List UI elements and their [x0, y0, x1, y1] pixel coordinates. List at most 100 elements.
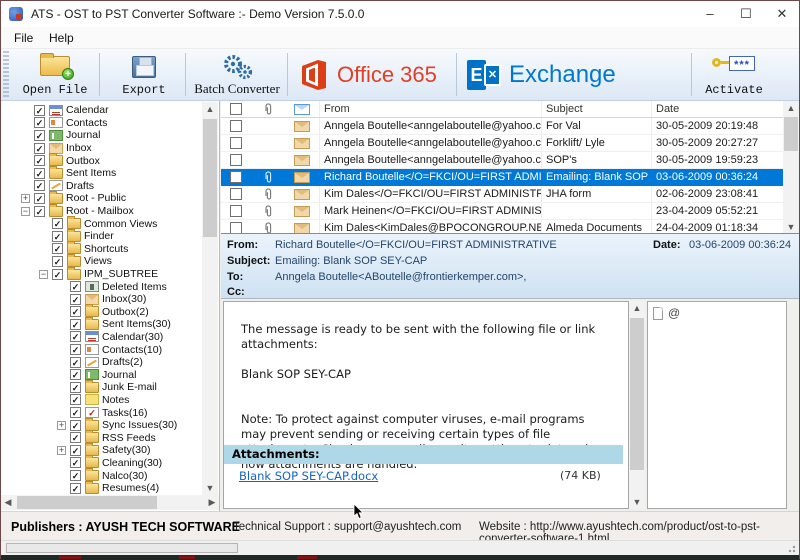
tree-item[interactable]: ✓Journal: [1, 129, 201, 142]
folder-checkbox[interactable]: ✓: [70, 319, 81, 330]
folder-checkbox[interactable]: ✓: [70, 331, 81, 342]
tree-item[interactable]: ✓Outbox: [1, 154, 201, 167]
tree-vertical-scrollbar[interactable]: ▲ ▼: [202, 102, 218, 495]
tree-item[interactable]: ✓Shortcuts: [1, 243, 201, 256]
tree-item[interactable]: ✓Cleaning(30): [1, 457, 201, 470]
subject-column-header[interactable]: Subject: [541, 101, 651, 117]
expander-plus-icon[interactable]: +: [57, 421, 66, 430]
mail-row[interactable]: Kim Dales</O=FKCI/OU=FIRST ADMINISTRATIV…: [221, 186, 799, 203]
scroll-right-icon[interactable]: ▶: [205, 495, 219, 510]
tree-item[interactable]: ✓Outbox(2): [1, 306, 201, 319]
attachment-column-header[interactable]: [251, 103, 285, 116]
folder-checkbox[interactable]: ✓: [34, 143, 45, 154]
mail-checkbox[interactable]: [230, 222, 242, 234]
minimize-button[interactable]: –: [693, 1, 727, 27]
folder-checkbox[interactable]: ✓: [34, 155, 45, 166]
export-button[interactable]: Export: [107, 51, 181, 99]
mail-checkbox[interactable]: [230, 120, 242, 132]
scroll-up-icon[interactable]: ▲: [629, 301, 645, 315]
folder-checkbox[interactable]: ✓: [70, 394, 81, 405]
tree-item[interactable]: +✓Safety(30): [1, 444, 201, 457]
tree-item[interactable]: ✓Calendar(30): [1, 331, 201, 344]
folder-checkbox[interactable]: ✓: [70, 357, 81, 368]
attachment-list-panel[interactable]: @: [647, 301, 787, 509]
scroll-up-icon[interactable]: ▲: [783, 101, 799, 115]
tree-horizontal-scrollbar[interactable]: ◀ ▶: [1, 495, 219, 510]
folder-checkbox[interactable]: ✓: [70, 382, 81, 393]
folder-checkbox[interactable]: ✓: [70, 281, 81, 292]
tree-item[interactable]: ✓Drafts(2): [1, 356, 201, 369]
folder-checkbox[interactable]: ✓: [34, 105, 45, 116]
scroll-down-icon[interactable]: ▼: [202, 481, 218, 495]
tree-item[interactable]: ✓Views: [1, 255, 201, 268]
scrollbar-thumb[interactable]: [17, 496, 157, 509]
scroll-left-icon[interactable]: ◀: [1, 495, 15, 510]
folder-checkbox[interactable]: ✓: [70, 432, 81, 443]
open-file-button[interactable]: + Open File: [15, 51, 95, 99]
folder-checkbox[interactable]: ✓: [70, 407, 81, 418]
tree-item[interactable]: ✓Contacts: [1, 117, 201, 130]
tree-item[interactable]: −✓Root - Mailbox: [1, 205, 201, 218]
tree-item[interactable]: ✓Calendar: [1, 104, 201, 117]
folder-checkbox[interactable]: ✓: [52, 269, 63, 280]
message-body-panel[interactable]: The message is ready to be sent with the…: [223, 301, 629, 509]
tree-item[interactable]: +✓Sync Issues(30): [1, 419, 201, 432]
folder-checkbox[interactable]: ✓: [70, 470, 81, 481]
resize-grip-icon[interactable]: [787, 544, 796, 553]
folder-checkbox[interactable]: ✓: [34, 130, 45, 141]
tree-item[interactable]: ✓Sent Items(30): [1, 318, 201, 331]
folder-checkbox[interactable]: ✓: [34, 193, 45, 204]
select-all-checkbox[interactable]: [230, 103, 242, 115]
mail-row[interactable]: Anngela Boutelle<anngelaboutelle@yahoo.c…: [221, 152, 799, 169]
mail-vertical-scrollbar[interactable]: ▲ ▼: [783, 101, 799, 234]
folder-checkbox[interactable]: ✓: [34, 117, 45, 128]
date-column-header[interactable]: Date: [651, 101, 781, 117]
tree-item[interactable]: ✓Inbox(30): [1, 293, 201, 306]
tree-item[interactable]: ✓Common Views: [1, 217, 201, 230]
mail-row[interactable]: Richard Boutelle</O=FKCI/OU=FIRST ADMINI…: [221, 169, 799, 186]
folder-checkbox[interactable]: ✓: [70, 445, 81, 456]
tree-item[interactable]: ✓Finder: [1, 230, 201, 243]
folder-checkbox[interactable]: ✓: [70, 306, 81, 317]
tree-item[interactable]: ✓Resumes(4): [1, 482, 201, 495]
close-button[interactable]: ✕: [765, 1, 799, 27]
tree-item[interactable]: ✓Notes: [1, 394, 201, 407]
folder-checkbox[interactable]: ✓: [70, 369, 81, 380]
tree-item[interactable]: ✓Drafts: [1, 180, 201, 193]
mail-checkbox[interactable]: [230, 154, 242, 166]
expander-minus-icon[interactable]: −: [21, 207, 30, 216]
mail-row[interactable]: Mark Heinen</O=FKCI/OU=FIRST ADMINISTRAT…: [221, 203, 799, 220]
folder-checkbox[interactable]: ✓: [70, 294, 81, 305]
mail-checkbox[interactable]: [230, 171, 242, 183]
scroll-down-icon[interactable]: ▼: [629, 495, 645, 509]
tree-item[interactable]: ✓RSS Feeds: [1, 431, 201, 444]
office365-button[interactable]: Office 365: [299, 53, 437, 97]
tree-item[interactable]: ✓Deleted Items: [1, 280, 201, 293]
mail-checkbox[interactable]: [230, 205, 242, 217]
batch-converter-button[interactable]: Batch Converter: [191, 51, 283, 99]
expander-plus-icon[interactable]: +: [21, 194, 30, 203]
scrollbar-thumb[interactable]: [630, 318, 644, 470]
scrollbar-thumb[interactable]: [203, 119, 217, 237]
attachment-link[interactable]: Blank SOP SEY-CAP.docx: [239, 469, 378, 483]
mail-row[interactable]: Anngela Boutelle<anngelaboutelle@yahoo.c…: [221, 118, 799, 135]
tree-item[interactable]: ✓Contacts(10): [1, 343, 201, 356]
folder-checkbox[interactable]: ✓: [70, 344, 81, 355]
folder-checkbox[interactable]: ✓: [70, 457, 81, 468]
tree-item[interactable]: ✓Journal: [1, 368, 201, 381]
folder-checkbox[interactable]: ✓: [34, 168, 45, 179]
scrollbar-thumb[interactable]: [784, 117, 798, 151]
tree-item[interactable]: ✓Nalco(30): [1, 469, 201, 482]
folder-checkbox[interactable]: ✓: [52, 243, 63, 254]
folder-checkbox[interactable]: ✓: [34, 180, 45, 191]
menu-file[interactable]: File: [10, 30, 37, 46]
folder-checkbox[interactable]: ✓: [70, 483, 81, 494]
tree-item[interactable]: ✓Inbox: [1, 142, 201, 155]
tree-item[interactable]: ✓Sent Items: [1, 167, 201, 180]
folder-checkbox[interactable]: ✓: [52, 218, 63, 229]
maximize-button[interactable]: ☐: [729, 1, 763, 27]
tree-item[interactable]: +✓Root - Public: [1, 192, 201, 205]
tree-item[interactable]: ✓✓Tasks(16): [1, 406, 201, 419]
mail-checkbox[interactable]: [230, 188, 242, 200]
folder-checkbox[interactable]: ✓: [52, 256, 63, 267]
